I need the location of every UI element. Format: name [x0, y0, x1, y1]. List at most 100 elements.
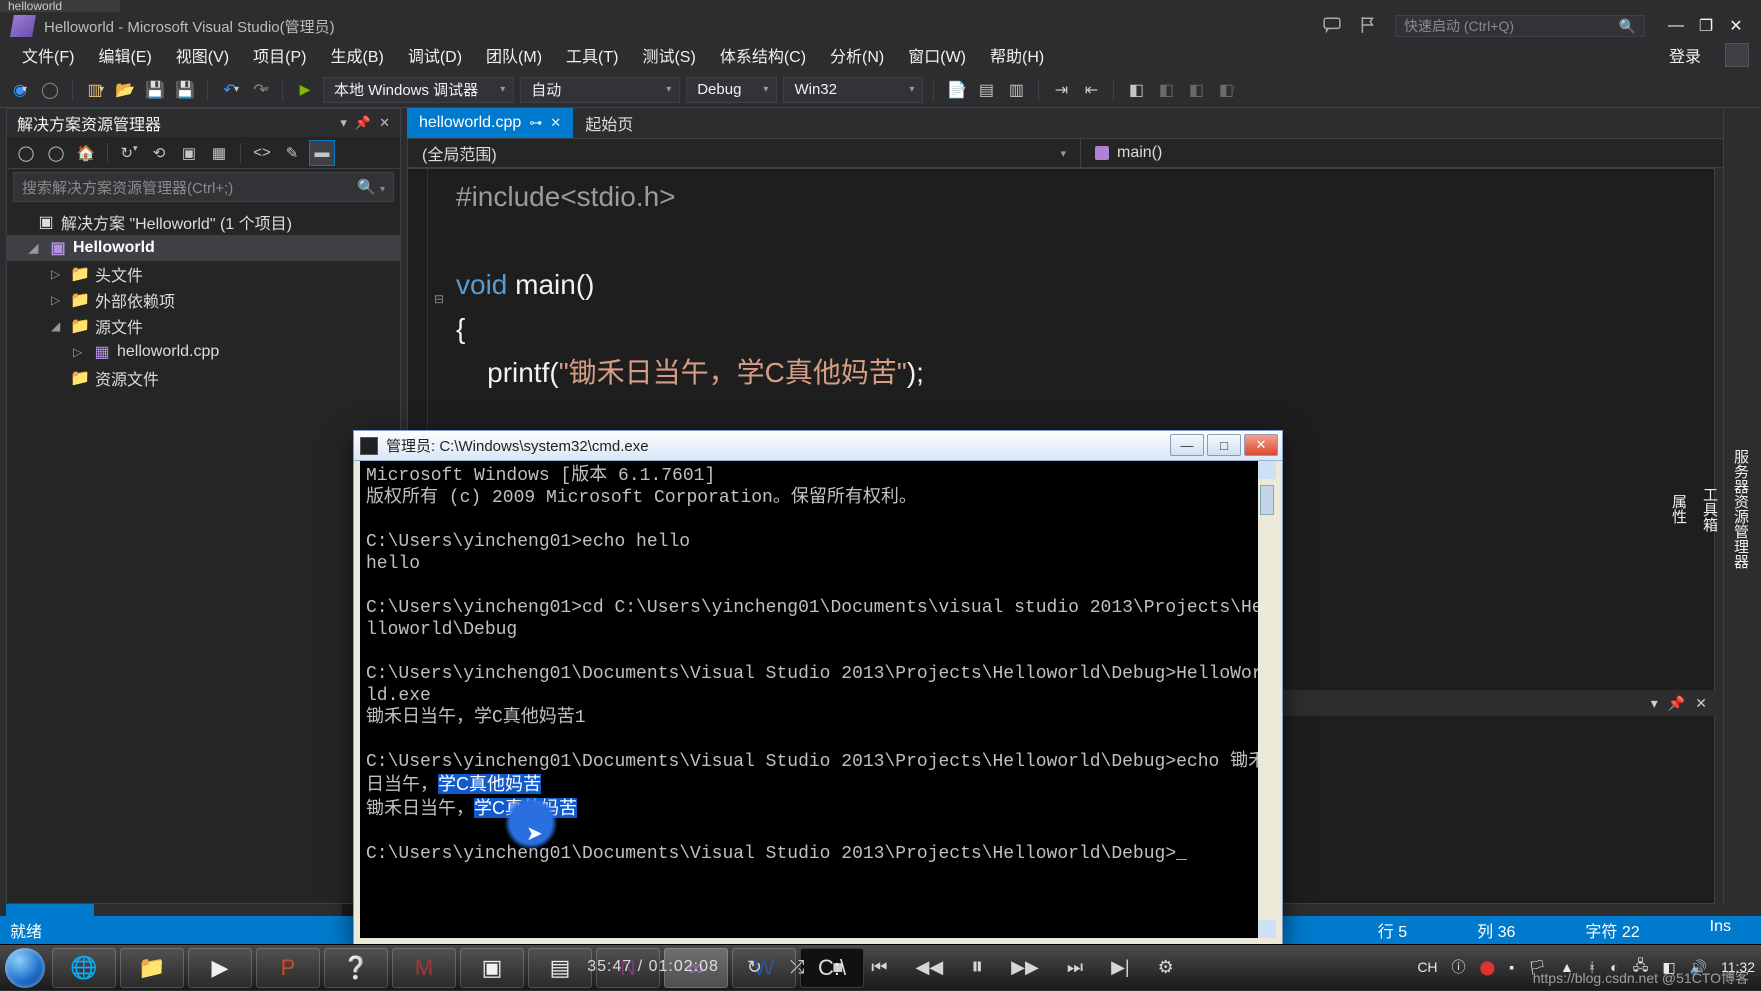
- sign-in-link[interactable]: 登录: [1669, 43, 1701, 67]
- bookmark-button[interactable]: ◧: [1124, 78, 1148, 102]
- cmd-minimize-button[interactable]: —: [1170, 434, 1204, 456]
- cmd-scrollbar[interactable]: [1258, 461, 1276, 938]
- sol-properties-icon[interactable]: ▬: [309, 140, 335, 166]
- nav-forward-button[interactable]: ◯: [38, 78, 62, 102]
- sol-forward-icon[interactable]: ◯: [43, 140, 69, 166]
- toolbox-tab[interactable]: 工具箱: [1695, 477, 1724, 542]
- outdent-button[interactable]: ⇤: [1079, 78, 1103, 102]
- debug-target-combo[interactable]: 本地 Windows 调试器▾: [323, 77, 514, 103]
- menu-edit[interactable]: 编辑(E): [86, 39, 163, 71]
- sol-refresh-icon[interactable]: ↻▾: [116, 140, 142, 166]
- editor-tab-startpage[interactable]: 起始页: [573, 108, 645, 138]
- task-explorer[interactable]: 📁: [120, 948, 184, 988]
- folder-source[interactable]: ◢ 📁 源文件: [7, 313, 400, 339]
- uncomment-button[interactable]: ▥: [1004, 78, 1028, 102]
- sol-back-icon[interactable]: ◯: [13, 140, 39, 166]
- menu-build[interactable]: 生成(B): [318, 39, 395, 71]
- solution-explorer-search[interactable]: 搜索解决方案资源管理器(Ctrl+;) 🔍▾: [13, 172, 394, 202]
- save-all-button[interactable]: 💾: [173, 78, 197, 102]
- menu-view[interactable]: 视图(V): [164, 39, 241, 71]
- task-ie[interactable]: 🌐: [52, 948, 116, 988]
- cmd-maximize-button[interactable]: □: [1207, 434, 1241, 456]
- platform-combo[interactable]: Win32▾: [783, 77, 923, 103]
- feedback-icon[interactable]: [1323, 16, 1343, 36]
- pin-icon[interactable]: ⊶: [529, 115, 542, 131]
- scope-left-combo[interactable]: (全局范围)▾: [408, 139, 1081, 167]
- sol-showall-icon[interactable]: ▣: [176, 140, 202, 166]
- open-file-button[interactable]: 📂: [113, 78, 137, 102]
- window-restore-button[interactable]: ❐: [1691, 15, 1721, 37]
- user-avatar-icon[interactable]: [1725, 43, 1749, 67]
- panel-pin-icon[interactable]: 📌: [355, 115, 371, 131]
- folder-resource[interactable]: 📁 资源文件: [7, 365, 400, 391]
- sol-collapse-icon[interactable]: ▦: [206, 140, 232, 166]
- quicklaunch-search[interactable]: 快速启动 (Ctrl+Q) 🔍: [1395, 15, 1645, 37]
- osd-shuffle-icon[interactable]: ⤮: [790, 957, 804, 978]
- menu-tools[interactable]: 工具(T): [554, 39, 630, 71]
- window-minimize-button[interactable]: —: [1661, 15, 1691, 37]
- window-close-button[interactable]: ✕: [1721, 15, 1751, 37]
- solution-config-combo[interactable]: 自动▾: [520, 77, 680, 103]
- panel-close-icon[interactable]: ✕: [1695, 695, 1707, 712]
- scroll-down-icon[interactable]: [1258, 920, 1276, 938]
- start-debug-button[interactable]: ▶: [293, 78, 317, 102]
- sol-home-icon[interactable]: 🏠: [73, 140, 99, 166]
- task-wmp[interactable]: ▶: [188, 948, 252, 988]
- properties-tab[interactable]: 属性: [1664, 484, 1693, 534]
- menu-analyze[interactable]: 分析(N): [818, 39, 896, 71]
- folder-headers[interactable]: ▷ 📁 头文件: [7, 261, 400, 287]
- tray-help-icon[interactable]: ⓘ: [1452, 957, 1466, 977]
- fold-icon[interactable]: ⊟: [434, 277, 444, 321]
- cmd-titlebar[interactable]: 管理员: C:\Windows\system32\cmd.exe — □ ✕: [354, 431, 1282, 461]
- sol-code-icon[interactable]: <>: [249, 140, 275, 166]
- cmd-close-button[interactable]: ✕: [1244, 434, 1278, 456]
- scroll-thumb[interactable]: [1260, 485, 1274, 515]
- solution-node[interactable]: ▣ 解决方案 "Helloworld" (1 个项目): [7, 209, 400, 235]
- undo-button[interactable]: ↶▾: [218, 78, 242, 102]
- tray-record-icon[interactable]: ⬤: [1480, 959, 1496, 976]
- notifications-flag-icon[interactable]: [1359, 16, 1379, 36]
- close-tab-icon[interactable]: ✕: [550, 115, 561, 131]
- editor-tab-helloworld[interactable]: helloworld.cpp ⊶ ✕: [407, 108, 573, 138]
- scroll-up-icon[interactable]: [1258, 461, 1276, 479]
- bookmark-prev-button[interactable]: ◧: [1154, 78, 1178, 102]
- comment-button[interactable]: ▤: [974, 78, 998, 102]
- panel-dropdown-icon[interactable]: ▾: [340, 115, 347, 131]
- scope-right-combo[interactable]: main()▾: [1081, 139, 1754, 167]
- osd-step-icon[interactable]: ▶|: [1111, 957, 1130, 978]
- project-node[interactable]: ◢ ▣ Helloworld: [7, 235, 400, 261]
- start-button[interactable]: [0, 945, 50, 991]
- save-button[interactable]: 💾: [143, 78, 167, 102]
- sol-sync-icon[interactable]: ⟲: [146, 140, 172, 166]
- menu-team[interactable]: 团队(M): [474, 39, 554, 71]
- osd-prev-icon[interactable]: ⏮: [871, 957, 887, 978]
- osd-pause-icon[interactable]: ⏸: [971, 953, 983, 981]
- osd-stop-icon[interactable]: ■: [832, 957, 843, 978]
- bookmark-next-button[interactable]: ◧: [1184, 78, 1208, 102]
- menu-help[interactable]: 帮助(H): [978, 39, 1056, 71]
- cmd-body[interactable]: Microsoft Windows [版本 6.1.7601] 版权所有 (c)…: [360, 461, 1276, 938]
- solution-tree[interactable]: ▣ 解决方案 "Helloworld" (1 个项目) ◢ ▣ Hellowor…: [7, 205, 400, 903]
- task-powerpoint[interactable]: P: [256, 948, 320, 988]
- menu-file[interactable]: 文件(F): [10, 39, 86, 71]
- cmd-window[interactable]: 管理员: C:\Windows\system32\cmd.exe — □ ✕ M…: [353, 430, 1283, 945]
- panel-dropdown-icon[interactable]: ▾: [1651, 695, 1658, 712]
- osd-ff-icon[interactable]: ▶▶: [1011, 957, 1039, 978]
- new-project-button[interactable]: ▥▾: [83, 78, 107, 102]
- ime-indicator[interactable]: CH: [1417, 959, 1437, 975]
- panel-pin-icon[interactable]: 📌: [1668, 695, 1685, 712]
- osd-settings-icon[interactable]: ⚙: [1158, 957, 1174, 978]
- menu-arch[interactable]: 体系结构(C): [708, 39, 818, 71]
- redo-button[interactable]: ↷▾: [248, 78, 272, 102]
- indent-button[interactable]: ⇥: [1049, 78, 1073, 102]
- build-mode-combo[interactable]: Debug▾: [686, 77, 777, 103]
- menu-test[interactable]: 测试(S): [630, 39, 707, 71]
- server-explorer-tab[interactable]: 服务器资源管理器: [1726, 439, 1755, 579]
- tray-icon[interactable]: ▪: [1509, 959, 1514, 975]
- nav-back-button[interactable]: ◉▾: [8, 78, 32, 102]
- osd-rewind-icon[interactable]: ◀◀: [915, 957, 943, 978]
- menu-project[interactable]: 项目(P): [241, 39, 318, 71]
- osd-repeat-icon[interactable]: ↻: [747, 957, 762, 978]
- sol-designer-icon[interactable]: ✎: [279, 140, 305, 166]
- find-in-files-button[interactable]: 📄▾: [944, 78, 968, 102]
